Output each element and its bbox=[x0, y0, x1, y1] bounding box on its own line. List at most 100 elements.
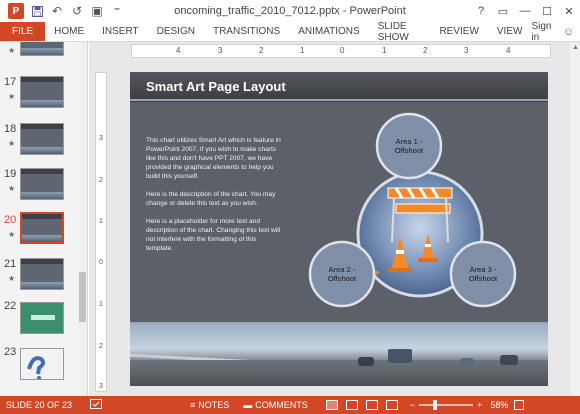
customize-toolbar-icon[interactable]: ⁼ bbox=[110, 4, 124, 18]
road-surface bbox=[130, 360, 548, 386]
thumbnail-slide-21[interactable]: 21 ★ bbox=[0, 256, 87, 302]
zoom-in-button[interactable]: + bbox=[477, 400, 482, 410]
minimize-button[interactable]: — bbox=[514, 0, 536, 22]
tab-review[interactable]: REVIEW bbox=[430, 22, 487, 41]
slide-counter[interactable]: SLIDE 20 OF 23 bbox=[0, 400, 90, 410]
ribbon-display-options-icon[interactable]: ▭ bbox=[492, 0, 514, 22]
truck-shape bbox=[388, 349, 412, 363]
tab-insert[interactable]: INSERT bbox=[93, 22, 148, 41]
close-button[interactable]: ✕ bbox=[558, 0, 580, 22]
tab-slide-show[interactable]: SLIDE SHOW bbox=[369, 21, 431, 43]
slide-thumbnail-image[interactable] bbox=[20, 123, 64, 155]
thumbnail-slide-19[interactable]: 19 ★ bbox=[0, 166, 87, 212]
redo-icon[interactable]: ↺ bbox=[70, 4, 84, 18]
thumbnail-slide-18[interactable]: 18 ★ bbox=[0, 121, 87, 167]
quick-access-toolbar: P ↶ ↺ ▣ ⁼ bbox=[0, 3, 124, 19]
ruler-tick: 1 bbox=[99, 301, 103, 308]
sign-in-link[interactable]: Sign in bbox=[531, 21, 556, 43]
thumbnail-slide-23[interactable]: 23 bbox=[0, 344, 87, 390]
thumbnail-slide-20[interactable]: 20 ★ bbox=[0, 212, 87, 258]
slide-show-icon[interactable] bbox=[385, 400, 398, 410]
ribbon-tabs: FILE HOME INSERT DESIGN TRANSITIONS ANIM… bbox=[0, 21, 580, 43]
view-buttons bbox=[325, 400, 398, 410]
tab-transitions[interactable]: TRANSITIONS bbox=[204, 22, 289, 41]
present-from-start-icon[interactable]: ▣ bbox=[90, 4, 104, 18]
car-shape bbox=[460, 358, 474, 366]
zoom-slider[interactable] bbox=[419, 400, 474, 410]
thumbnail-slide-17[interactable]: 17 ★ bbox=[0, 74, 87, 120]
proofing-icon[interactable] bbox=[90, 398, 110, 412]
slide-thumbnail-image[interactable] bbox=[20, 76, 64, 108]
undo-icon[interactable]: ↶ bbox=[50, 4, 64, 18]
animation-star-icon: ★ bbox=[8, 274, 16, 283]
slide-thumbnail-image[interactable] bbox=[20, 348, 64, 380]
area-3-label[interactable]: Area 3 - Offshoot bbox=[461, 265, 505, 283]
help-button[interactable]: ? bbox=[470, 0, 492, 22]
highway-photo bbox=[130, 324, 548, 386]
window-controls: ? ▭ — ☐ ✕ bbox=[470, 0, 580, 22]
horizontal-ruler: 4 3 2 1 0 1 2 3 4 bbox=[131, 44, 551, 58]
ruler-tick: 3 bbox=[99, 383, 103, 390]
area-2-label[interactable]: Area 2 - Offshoot bbox=[320, 265, 364, 283]
zoom-percent[interactable]: 58% bbox=[490, 400, 508, 410]
vertical-ruler: 3 2 1 0 1 2 3 bbox=[95, 72, 107, 392]
fit-slide-icon[interactable] bbox=[514, 400, 525, 410]
tab-view[interactable]: VIEW bbox=[488, 22, 532, 41]
normal-view-icon[interactable] bbox=[325, 400, 338, 410]
ruler-tick: 4 bbox=[506, 46, 511, 55]
zoom-out-button[interactable]: − bbox=[410, 400, 415, 410]
comment-icon: ▬ bbox=[243, 400, 253, 410]
slide-thumbnail-image[interactable] bbox=[20, 212, 64, 244]
tab-design[interactable]: DESIGN bbox=[148, 22, 204, 41]
slide-thumbnail-image[interactable] bbox=[20, 258, 64, 290]
question-figure-icon bbox=[27, 356, 46, 379]
slide-thumbnail-image[interactable] bbox=[20, 302, 64, 334]
tab-animations[interactable]: ANIMATIONS bbox=[289, 22, 368, 41]
editor-scrollbar[interactable]: ▲ bbox=[570, 42, 580, 396]
status-bar: SLIDE 20 OF 23 ≡ NOTES ▬ COMMENTS − + 58… bbox=[0, 396, 580, 414]
animation-star-icon: ★ bbox=[8, 46, 16, 55]
ruler-tick: 0 bbox=[340, 46, 345, 55]
zoom-slider-knob[interactable] bbox=[432, 400, 437, 410]
maximize-button[interactable]: ☐ bbox=[536, 0, 558, 22]
thumbnail-scrollbar[interactable] bbox=[78, 42, 87, 396]
slide-sorter-icon[interactable] bbox=[345, 400, 358, 410]
slide-thumbnail-image[interactable] bbox=[20, 168, 64, 200]
ruler-tick: 2 bbox=[99, 177, 103, 184]
slide-number: 20 bbox=[4, 214, 17, 226]
slide-number: 21 bbox=[4, 258, 17, 270]
feedback-icon[interactable]: ☺ bbox=[557, 22, 580, 41]
comments-button[interactable]: ▬ COMMENTS bbox=[243, 400, 308, 410]
ruler-tick: 4 bbox=[176, 46, 181, 55]
notes-icon: ≡ bbox=[190, 400, 196, 410]
zoom-control: − + bbox=[410, 400, 482, 410]
save-icon[interactable] bbox=[30, 4, 44, 18]
animation-star-icon: ★ bbox=[8, 230, 16, 239]
slide-number: 22 bbox=[4, 300, 17, 312]
car-shape bbox=[358, 357, 374, 366]
animation-star-icon: ★ bbox=[8, 139, 16, 148]
thumbnail-slide-5[interactable]: 5 ★ bbox=[0, 42, 87, 60]
notes-button[interactable]: ≡ NOTES bbox=[190, 400, 229, 410]
title-bar: P ↶ ↺ ▣ ⁼ oncoming_traffic_2010_7012.ppt… bbox=[0, 0, 580, 22]
slide-number: 19 bbox=[4, 168, 17, 180]
animation-star-icon: ★ bbox=[8, 184, 16, 193]
powerpoint-window: P ↶ ↺ ▣ ⁼ oncoming_traffic_2010_7012.ppt… bbox=[0, 0, 580, 414]
ruler-tick: 2 bbox=[423, 46, 428, 55]
tab-home[interactable]: HOME bbox=[45, 22, 93, 41]
powerpoint-logo-icon[interactable]: P bbox=[8, 3, 24, 19]
area-1-label[interactable]: Area 1 - Offshoot bbox=[389, 137, 429, 155]
scrollbar-thumb[interactable] bbox=[79, 272, 86, 322]
ruler-tick: 3 bbox=[99, 135, 103, 142]
ruler-tick: 1 bbox=[300, 46, 305, 55]
ruler-tick: 2 bbox=[259, 46, 264, 55]
scroll-up-icon[interactable]: ▲ bbox=[572, 44, 579, 51]
thumbnail-slide-22[interactable]: 22 bbox=[0, 298, 87, 344]
slide-number: 17 bbox=[4, 76, 17, 88]
reading-view-icon[interactable] bbox=[365, 400, 378, 410]
slide-canvas[interactable]: Smart Art Page Layout This chart utilize… bbox=[130, 72, 548, 386]
slide-editing-area: 4 3 2 1 0 1 2 3 4 3 2 1 0 1 2 3 Smart Ar… bbox=[89, 42, 580, 396]
tab-file[interactable]: FILE bbox=[0, 22, 46, 41]
slide-thumbnail-image[interactable] bbox=[20, 42, 64, 56]
slide-number: 23 bbox=[4, 346, 17, 358]
